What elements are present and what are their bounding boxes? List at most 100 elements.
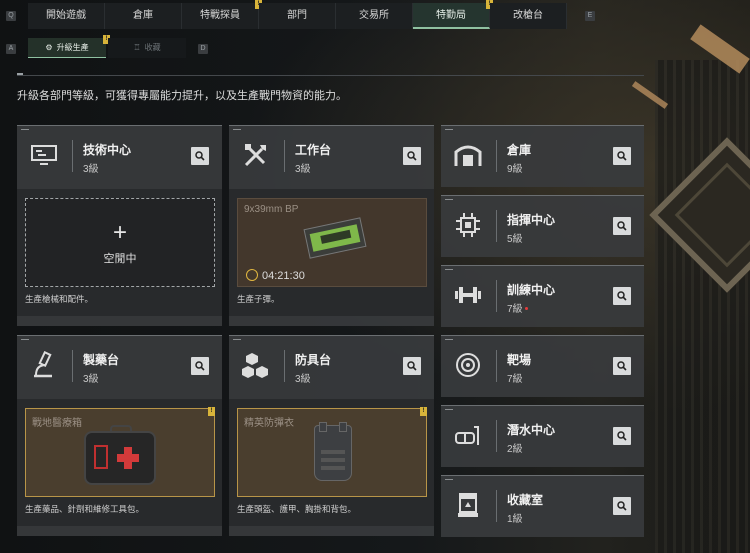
card-header[interactable]: 工作台 3級 xyxy=(229,126,434,186)
clock-icon xyxy=(246,269,258,281)
monitor-icon xyxy=(29,140,59,170)
item-name: 9x39mm BP xyxy=(244,204,299,215)
facility-level: 3級 xyxy=(83,164,99,175)
header-separator xyxy=(496,350,497,382)
facility-title: 訓練中心 xyxy=(507,283,556,297)
production-description: 生產槍械和配件。 xyxy=(25,294,94,304)
header-separator xyxy=(72,140,73,172)
facility-card-command[interactable]: 指揮中心 5級 xyxy=(441,195,644,257)
facility-card-pharmacy: 製藥台 3級 戰地醫療箱 ! 生產藥品、針劑和維修工具包。 xyxy=(17,335,222,536)
subtab-label: 收藏 xyxy=(144,43,161,52)
card-header: 倉庫 9級 xyxy=(441,126,644,186)
facility-title: 收藏室 xyxy=(507,493,544,507)
target-icon xyxy=(453,350,483,380)
item-name: 精英防彈衣 xyxy=(244,418,294,429)
facility-level: 3級 xyxy=(295,374,311,385)
search-icon[interactable] xyxy=(613,217,631,235)
facility-level: 5級 xyxy=(507,234,523,245)
alert-badge: ! xyxy=(208,407,215,416)
gear-icon: ⚙ xyxy=(45,43,53,52)
header-separator xyxy=(284,140,285,172)
facility-card-workbench: 工作台 3級 9x39mm BP 04:21:30 生產子彈。 xyxy=(229,125,434,326)
alert-badge: ! xyxy=(420,407,427,416)
top-nav: Q 開始遊戲 倉庫 特戰探員! 部門 交易所 特勤局! 改槍台 E xyxy=(0,0,750,30)
production-slot[interactable]: + 空閒中 xyxy=(25,198,215,287)
facility-level: 1級 xyxy=(507,514,523,525)
facility-level: 3級 xyxy=(83,374,99,385)
production-slot[interactable]: 精英防彈衣 ! xyxy=(237,407,427,497)
key-hint-next: D xyxy=(198,44,208,54)
search-icon[interactable] xyxy=(191,147,209,165)
tab-departments[interactable]: 部門 xyxy=(259,3,336,29)
search-icon[interactable] xyxy=(403,357,421,375)
card-header: 潛水中心 2級 xyxy=(441,406,644,466)
item-name: 戰地醫療箱 xyxy=(32,418,82,429)
facility-title: 技術中心 xyxy=(83,143,132,157)
card-header[interactable]: 製藥台 3級 xyxy=(17,336,222,396)
dumbbell-icon xyxy=(453,280,483,310)
facility-card-range[interactable]: 靶場 7級 xyxy=(441,335,644,397)
search-icon[interactable] xyxy=(613,287,631,305)
facility-title: 製藥台 xyxy=(83,353,120,367)
production-panel: 戰地醫療箱 ! 生產藥品、針劑和維修工具包。 xyxy=(17,399,222,526)
facility-title: 潛水中心 xyxy=(507,423,556,437)
tools-icon xyxy=(241,140,271,170)
header-separator xyxy=(72,350,73,382)
card-header: 靶場 7級 xyxy=(441,336,644,396)
production-slot[interactable]: 戰地醫療箱 ! xyxy=(25,407,215,497)
facility-level: 9級 xyxy=(507,164,523,175)
card-header[interactable]: 技術中心 3級 xyxy=(17,126,222,186)
key-hint-prev: A xyxy=(6,44,16,54)
header-separator xyxy=(496,420,497,452)
production-panel: 9x39mm BP 04:21:30 生產子彈。 xyxy=(229,189,434,316)
vest-icon xyxy=(314,422,352,481)
key-hint-right: E xyxy=(585,11,595,21)
card-header[interactable]: 防具台 3級 xyxy=(229,336,434,396)
production-description: 生產子彈。 xyxy=(237,294,280,304)
header-separator xyxy=(284,350,285,382)
search-icon[interactable] xyxy=(613,497,631,515)
trophy-icon: ♖ xyxy=(133,43,141,52)
tab-exchange[interactable]: 交易所 xyxy=(336,3,413,29)
card-header: 指揮中心 5級 xyxy=(441,196,644,256)
facility-title: 靶場 xyxy=(507,353,532,367)
search-icon[interactable] xyxy=(191,357,209,375)
tab-warehouse[interactable]: 倉庫 xyxy=(105,3,182,29)
search-icon[interactable] xyxy=(613,427,631,445)
chip-icon xyxy=(453,210,483,240)
background-scaffold xyxy=(655,60,750,553)
card-header: 訓練中心 7級 xyxy=(441,266,644,326)
key-hint-left: Q xyxy=(6,11,16,21)
tab-bar: 開始遊戲 倉庫 特戰探員! 部門 交易所 特勤局! 改槍台 xyxy=(28,0,567,29)
production-description: 生產頭盔、護甲、胸掛和背包。 xyxy=(237,504,357,514)
facility-level: 2級 xyxy=(507,444,523,455)
notification-dot xyxy=(525,307,528,310)
production-timer: 04:21:30 xyxy=(246,269,305,282)
search-icon[interactable] xyxy=(613,147,631,165)
subtab-upgrade-production[interactable]: ⚙ 升級生產 ! xyxy=(28,35,110,58)
divider xyxy=(17,75,644,76)
facility-card-training[interactable]: 訓練中心 7級 xyxy=(441,265,644,327)
facility-card-storage[interactable]: 倉庫 9級 xyxy=(441,125,644,187)
search-icon[interactable] xyxy=(613,357,631,375)
warehouse-icon xyxy=(453,140,483,170)
sub-nav: ⚙ 升級生產 ! ♖ 收藏 xyxy=(28,35,186,58)
facility-card-diving[interactable]: 潛水中心 2級 xyxy=(441,405,644,467)
tab-operators[interactable]: 特戰探員! xyxy=(182,0,262,29)
production-slot[interactable]: 9x39mm BP 04:21:30 xyxy=(237,198,427,287)
facility-title: 指揮中心 xyxy=(507,213,556,227)
tab-operators-label: 特戰探員 xyxy=(200,10,240,21)
tab-special-service[interactable]: 特勤局! xyxy=(413,0,493,29)
tab-gunsmith[interactable]: 改槍台 xyxy=(490,3,567,29)
search-icon[interactable] xyxy=(403,147,421,165)
subtab-collection[interactable]: ♖ 收藏 xyxy=(108,38,186,58)
header-separator xyxy=(496,490,497,522)
facility-card-armor: 防具台 3級 精英防彈衣 ! 生產頭盔、護甲、胸掛和背包。 xyxy=(229,335,434,536)
production-panel: 精英防彈衣 ! 生產頭盔、護甲、胸掛和背包。 xyxy=(229,399,434,526)
production-description: 生產藥品、針劑和維修工具包。 xyxy=(25,504,145,514)
facility-title: 工作台 xyxy=(295,143,332,157)
card-header: 收藏室 1級 xyxy=(441,476,644,536)
tab-start-game[interactable]: 開始遊戲 xyxy=(28,3,105,29)
plus-icon: + xyxy=(112,219,127,246)
facility-card-collection[interactable]: 收藏室 1級 xyxy=(441,475,644,537)
